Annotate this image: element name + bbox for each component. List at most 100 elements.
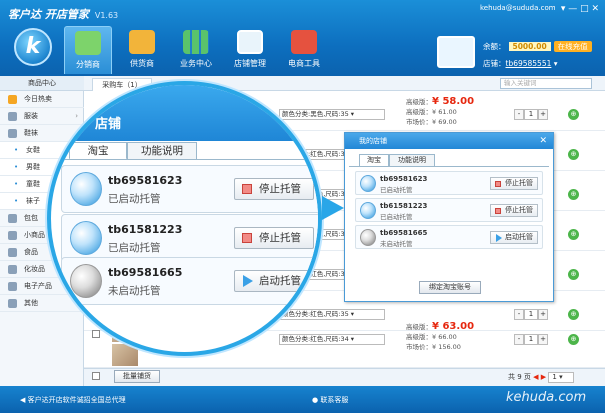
app-subtitle: 开店管家	[44, 8, 89, 21]
recharge-button[interactable]: 在线充值	[553, 41, 592, 52]
add-to-cart-icon[interactable]: ⊕	[568, 189, 579, 200]
tab-distributor[interactable]: 分销商	[64, 26, 112, 74]
popup-store-row: tb61581223 已启动托管 停止托管	[355, 198, 543, 222]
next-page-icon[interactable]: ▶	[541, 373, 546, 381]
minus-button[interactable]: -	[514, 334, 524, 345]
variant-select[interactable]: 颜色分类:红色,尺码:34 ▾	[279, 334, 385, 345]
play-icon	[243, 275, 253, 287]
page-select[interactable]: 1 ▾	[548, 372, 575, 383]
add-to-cart-icon[interactable]: ⊕	[568, 149, 579, 160]
tab-ecommerce-tools[interactable]: 电商工具	[280, 26, 328, 74]
category-icon	[8, 265, 17, 274]
quantity-stepper[interactable]: -1+	[514, 109, 548, 120]
stop-hosting-button[interactable]: 停止托管	[234, 178, 314, 200]
tab-label: 电商工具	[288, 59, 320, 68]
select-all-checkbox[interactable]	[92, 372, 100, 380]
store-name: tb69581665	[108, 266, 183, 279]
market-price: 市场价：¥ 69.00	[406, 118, 457, 126]
popup-title: 我的店铺	[359, 137, 387, 145]
watermark: kehuda.com	[506, 390, 587, 405]
start-hosting-button[interactable]: 启动托管	[234, 270, 314, 292]
store-status: 未启动托管	[108, 285, 161, 297]
page-value: 1	[552, 373, 557, 381]
stop-icon	[495, 181, 501, 187]
distributor-icon	[75, 31, 101, 55]
prev-page-icon[interactable]: ◀	[533, 373, 538, 381]
store-link[interactable]: tb69585551	[506, 59, 552, 68]
sidebar-item-label: 鞋袜	[24, 129, 38, 137]
add-to-cart-icon[interactable]: ⊕	[568, 334, 579, 345]
tab-label: 店铺管理	[234, 59, 266, 68]
tab-store-manage[interactable]: 店铺管理	[226, 26, 274, 74]
status-left: ◀ 客户达开店软件诚招全国总代理	[20, 395, 126, 405]
row-checkbox[interactable]	[92, 330, 100, 338]
plus-button[interactable]: +	[538, 334, 548, 345]
price-value: ¥ 63.00	[432, 321, 475, 332]
app-logo: k	[14, 28, 52, 66]
category-icon	[8, 248, 17, 257]
close-icon[interactable]: ✕	[539, 133, 547, 149]
store-status: 未启动托管	[380, 240, 413, 248]
quantity-stepper[interactable]: -1+	[514, 334, 548, 345]
search-input[interactable]: 输入关键词	[500, 78, 592, 89]
category-icon	[8, 112, 17, 121]
popup-tab-help[interactable]: 功能说明	[389, 154, 435, 166]
plus-button[interactable]: +	[538, 109, 548, 120]
tab-business-center[interactable]: 业务中心	[172, 26, 220, 74]
button-label: 停止托管	[505, 179, 533, 187]
popup-store-row: tb69581665 未启动托管 启动托管	[355, 225, 543, 249]
product-thumbnail[interactable]	[112, 344, 138, 366]
senior-price: 高级版：¥ 66.00	[406, 333, 457, 341]
price-block: 高级版：¥ 63.00 高级版：¥ 66.00 市场价：¥ 156.00	[406, 322, 474, 352]
category-icon	[8, 95, 17, 104]
button-label: 停止托管	[259, 183, 301, 195]
price-block: 高级版：¥ 58.00 高级版：¥ 61.00 市场价：¥ 69.00	[406, 97, 474, 127]
sidebar-item-label: 童鞋	[26, 180, 40, 188]
store-avatar-icon	[360, 229, 376, 246]
contact-service[interactable]: ● 联系客服	[312, 395, 348, 405]
batch-list-button[interactable]: 批量铺货	[114, 370, 160, 383]
bind-taobao-button[interactable]: 绑定淘宝账号	[419, 281, 481, 294]
add-to-cart-icon[interactable]: ⊕	[568, 229, 579, 240]
toolbox-icon	[291, 30, 317, 54]
account-email: kehuda@sududa.com	[480, 4, 556, 12]
store-icon	[237, 30, 263, 54]
minus-button[interactable]: -	[514, 109, 524, 120]
popup-tab-divider	[349, 166, 549, 167]
sidebar-item-label: 包包	[24, 214, 38, 222]
price-label: 高级版：	[406, 98, 432, 106]
contact-text: 联系客服	[320, 396, 349, 404]
sidebar-item-label: 袜子	[26, 197, 40, 205]
stop-hosting-button[interactable]: 停止托管	[490, 177, 538, 190]
add-to-cart-icon[interactable]: ⊕	[568, 109, 579, 120]
store-name: tb69581623	[380, 175, 428, 183]
lens-tab-help[interactable]: 功能说明	[127, 142, 197, 160]
lens-title: 店铺	[95, 117, 122, 132]
stop-hosting-button[interactable]: 停止托管	[490, 204, 538, 217]
store-avatar-icon	[70, 221, 102, 255]
popup-tab-taobao[interactable]: 淘宝	[359, 154, 389, 166]
price-label: 高级版：	[406, 323, 432, 331]
window-controls[interactable]: ▾ — □ ✕	[561, 4, 599, 14]
stop-hosting-button[interactable]: 停止托管	[234, 227, 314, 249]
store-label: 店铺：	[483, 59, 506, 68]
store-status: 已启动托管	[380, 213, 413, 221]
sidebar-item-label: 小商品	[24, 231, 45, 239]
bullet-icon: •	[14, 146, 19, 154]
button-label: 启动托管	[505, 233, 533, 241]
tab-supplier[interactable]: 供货商	[118, 26, 166, 74]
chat-icon: ●	[312, 396, 319, 404]
category-icon	[8, 214, 17, 223]
price-value: ¥ 58.00	[432, 96, 475, 107]
sidebar-item-label: 女鞋	[26, 146, 40, 154]
supplier-box-icon	[129, 30, 155, 54]
tab-label: 业务中心	[180, 59, 212, 68]
lens-tab-taobao[interactable]: 淘宝	[69, 142, 127, 160]
stop-icon	[242, 184, 252, 194]
sidebar-item-label: 今日热卖	[24, 95, 52, 103]
variant-value: 颜色分类:红色,尺码:34	[282, 335, 349, 343]
start-hosting-button[interactable]: 启动托管	[490, 231, 538, 244]
add-to-cart-icon[interactable]: ⊕	[568, 269, 579, 280]
button-label: 停止托管	[505, 206, 533, 214]
sidebar-item-label: 电子产品	[24, 282, 52, 290]
